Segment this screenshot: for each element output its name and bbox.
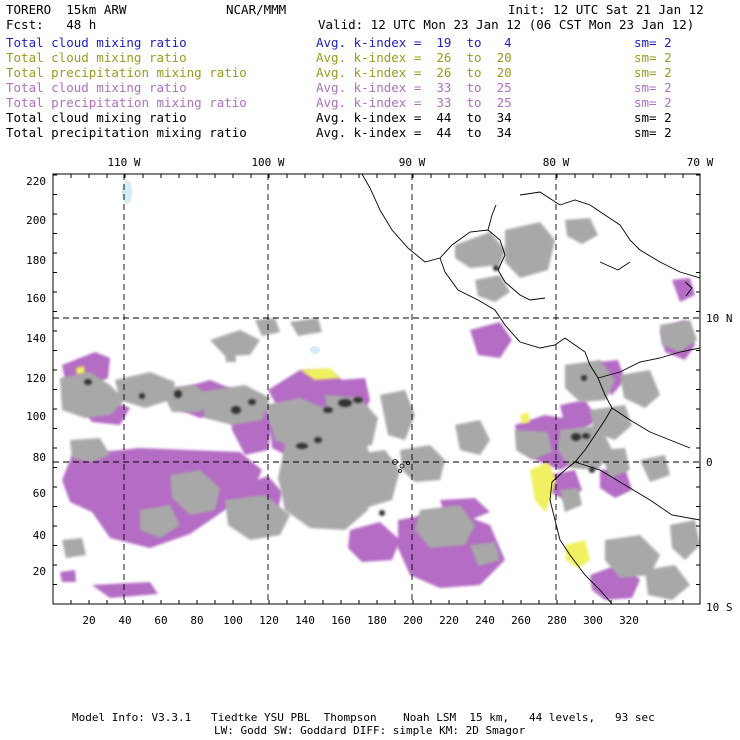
y-tick-label: 120 (26, 372, 46, 385)
latitude-labels: 10 N 0 10 S (706, 312, 733, 614)
x-tick-label: 160 (331, 614, 351, 627)
lat-label: 10 N (706, 312, 733, 325)
x-tick-label: 80 (190, 614, 203, 627)
y-tick-label: 220 (26, 175, 46, 188)
model-info: Model Info: V3.3.1 Tiedtke YSU PBL Thomp… (72, 711, 655, 724)
y-tick-label: 100 (26, 410, 46, 423)
lon-label: 80 W (543, 156, 570, 169)
x-tick-label: 120 (259, 614, 279, 627)
y-tick-label: 180 (26, 254, 46, 267)
x-axis-labels: 20 40 60 80 100 120 140 160 180 200 220 … (82, 614, 639, 627)
x-tick-label: 180 (367, 614, 387, 627)
x-tick-label: 40 (118, 614, 131, 627)
y-axis-labels: 20 40 60 80 100 120 140 160 180 200 220 (26, 175, 46, 578)
x-tick-label: 280 (547, 614, 567, 627)
longitude-labels: 110 W 100 W 90 W 80 W 70 W (107, 156, 713, 169)
y-tick-label: 80 (33, 451, 46, 464)
x-tick-label: 100 (223, 614, 243, 627)
x-tick-label: 220 (439, 614, 459, 627)
x-tick-label: 260 (511, 614, 531, 627)
y-tick-label: 160 (26, 292, 46, 305)
x-tick-label: 200 (403, 614, 423, 627)
x-tick-label: 20 (82, 614, 95, 627)
physics-info: LW: Godd SW: Goddard DIFF: simple KM: 2D… (214, 724, 526, 737)
lon-label: 110 W (107, 156, 140, 169)
forecast-map: 20 40 60 80 100 120 140 160 180 200 220 … (26, 156, 733, 627)
y-tick-label: 20 (33, 565, 46, 578)
x-tick-label: 140 (295, 614, 315, 627)
x-tick-label: 320 (619, 614, 639, 627)
lon-label: 90 W (399, 156, 426, 169)
x-tick-label: 240 (475, 614, 495, 627)
x-tick-label: 60 (154, 614, 167, 627)
y-tick-label: 200 (26, 214, 46, 227)
field-layer (53, 174, 700, 604)
lat-label: 0 (706, 456, 713, 469)
y-tick-label: 40 (33, 529, 46, 542)
x-tick-label: 300 (583, 614, 603, 627)
lon-label: 70 W (687, 156, 714, 169)
y-tick-label: 140 (26, 332, 46, 345)
lon-label: 100 W (251, 156, 284, 169)
y-tick-label: 60 (33, 487, 46, 500)
lat-label: 10 S (706, 601, 733, 614)
